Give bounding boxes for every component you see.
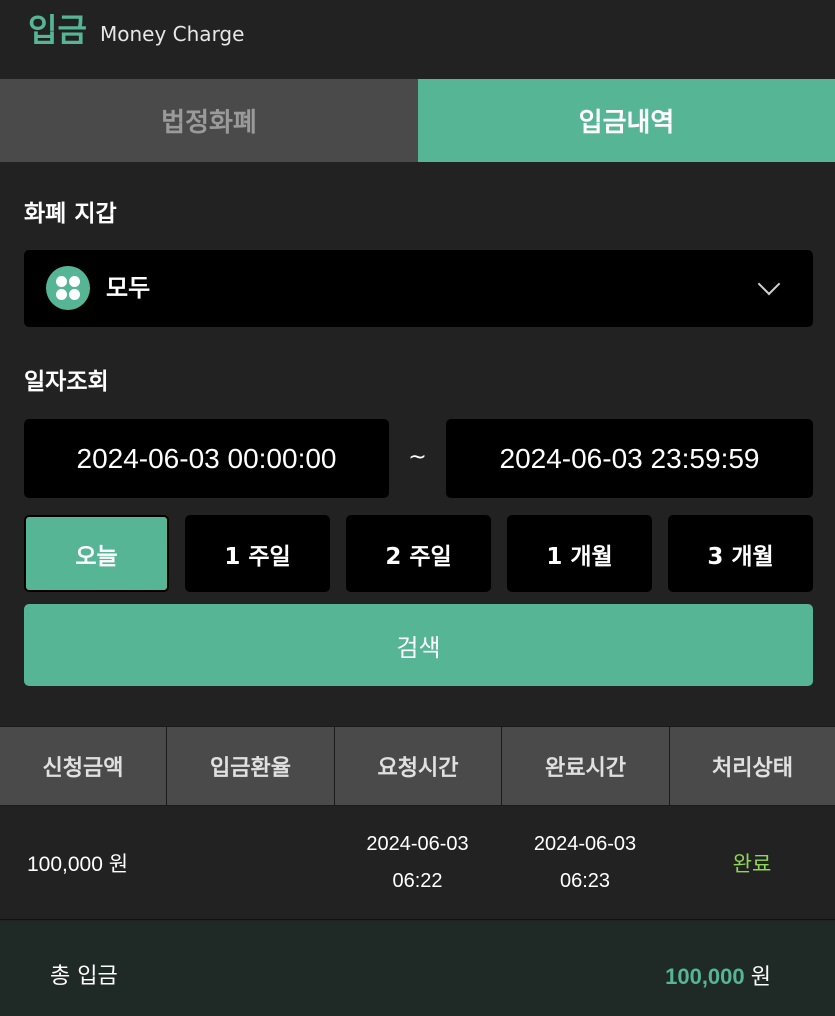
- total-deposit-label: 총 입금: [50, 964, 118, 989]
- period-1-week-button[interactable]: 1 주일: [185, 515, 330, 592]
- row-request-date-text: 2024-06-03: [366, 832, 469, 855]
- row-rate: [166, 806, 334, 919]
- row-request-time: 2024-06-03 06:22: [334, 806, 501, 919]
- tab-deposit-history[interactable]: 입금내역: [418, 79, 835, 162]
- column-header-status: 처리상태: [669, 727, 835, 805]
- deposit-history-table: 신청금액 입금환율 요청시간 완료시간 처리상태 100,000 원 2024-…: [0, 726, 835, 920]
- date-query-label: 일자조회: [24, 369, 109, 395]
- total-deposit-value: 100,000: [665, 964, 745, 989]
- tab-bar: 법정화폐 입금내역: [0, 79, 835, 162]
- table-row: 100,000 원 2024-06-03 06:22 2024-06-03 06…: [0, 806, 835, 920]
- column-header-request-time: 요청시간: [334, 727, 501, 805]
- period-today-button[interactable]: 오늘: [24, 515, 169, 592]
- status-badge: 완료: [732, 851, 772, 876]
- page-header: 입금 Money Charge: [0, 0, 835, 79]
- total-deposit-unit: 원: [744, 964, 771, 989]
- wallet-selected-value: 모두: [106, 274, 151, 302]
- chevron-down-icon: [757, 272, 781, 296]
- wallet-label: 화폐 지갑: [24, 201, 117, 227]
- start-date-input[interactable]: 2024-06-03 00:00:00: [24, 419, 389, 498]
- row-complete-time-text: 06:23: [559, 869, 611, 892]
- grid-icon: [46, 266, 90, 310]
- row-request-time-text: 06:22: [392, 869, 443, 892]
- page-title: 입금: [28, 11, 87, 49]
- period-1-month-button[interactable]: 1 개월: [507, 515, 652, 592]
- period-3-months-button[interactable]: 3 개월: [668, 515, 813, 592]
- wallet-select[interactable]: 모두: [24, 250, 813, 327]
- page-subtitle: Money Charge: [100, 22, 245, 46]
- search-button[interactable]: 검색: [24, 604, 813, 686]
- row-amount: 100,000 원: [27, 852, 129, 876]
- row-complete-date-text: 2024-06-03: [533, 832, 637, 855]
- tab-fiat-currency[interactable]: 법정화폐: [0, 79, 418, 162]
- column-header-rate: 입금환율: [166, 727, 334, 805]
- column-header-amount: 신청금액: [42, 756, 124, 781]
- date-separator: ~: [408, 445, 427, 470]
- deposit-page: 입금 Money Charge 법정화폐 입금내역 화폐 지갑 모두 일자조회 …: [0, 0, 835, 1016]
- row-complete-time: 2024-06-03 06:23: [501, 806, 669, 919]
- column-header-complete-time: 완료시간: [501, 727, 669, 805]
- period-2-weeks-button[interactable]: 2 주일: [346, 515, 491, 592]
- total-deposit-amount: 100,000 원: [665, 961, 771, 993]
- end-date-input[interactable]: 2024-06-03 23:59:59: [446, 419, 813, 498]
- table-header: 신청금액 입금환율 요청시간 완료시간 처리상태: [0, 726, 835, 806]
- total-deposit-bar: 총 입금 100,000 원: [0, 921, 835, 1016]
